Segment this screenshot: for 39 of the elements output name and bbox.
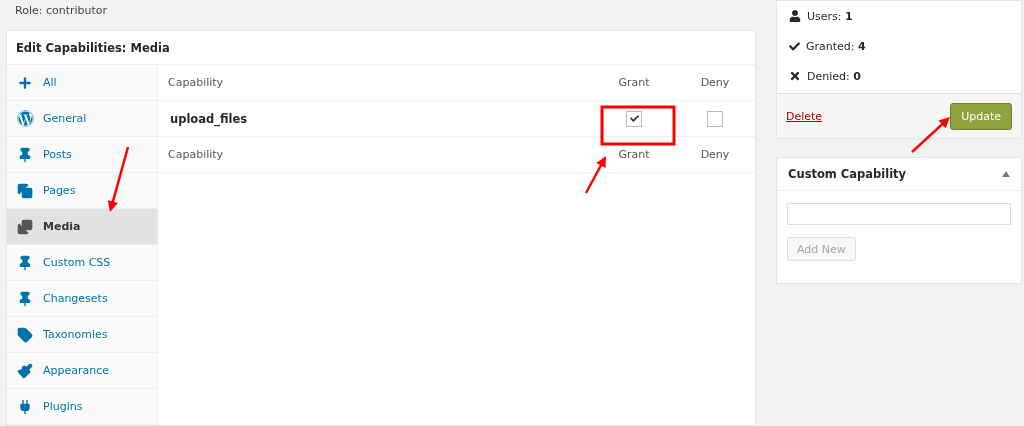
column-header: Deny — [700, 76, 730, 89]
sidebar-item[interactable]: Taxonomies — [7, 317, 157, 353]
user-icon — [789, 10, 801, 22]
annotation-arrow — [584, 156, 606, 194]
column-footer: Deny — [700, 148, 730, 161]
tag-icon — [16, 326, 34, 343]
role-label: Role: contributor — [14, 3, 109, 19]
collapse-icon[interactable] — [1002, 171, 1010, 177]
sidebar-item[interactable]: Plugins — [7, 389, 157, 425]
column-footer: Grant — [618, 148, 650, 161]
plus-icon — [16, 74, 34, 91]
sidebar-item[interactable]: Changesets — [7, 281, 157, 317]
annotation-arrow — [911, 117, 950, 153]
deny-checkbox[interactable] — [707, 110, 723, 127]
delete-link[interactable]: Delete — [786, 109, 823, 123]
grant-checkbox[interactable] — [626, 110, 642, 127]
sidebar-item[interactable]: All — [7, 65, 157, 101]
capability-input[interactable] — [787, 203, 1011, 225]
sidebar-item[interactable]: Posts — [7, 137, 157, 173]
annotation-arrow — [107, 146, 130, 212]
capability-name: upload_files — [169, 111, 248, 126]
box-title: Custom Capability — [788, 167, 907, 181]
update-button[interactable]: Update — [950, 102, 1012, 130]
column-header: Capability — [167, 76, 224, 89]
cross-icon — [789, 70, 801, 82]
stat-text: Denied: 0 — [807, 69, 861, 83]
stat-text: Granted: 4 — [806, 39, 866, 53]
sidebar-item[interactable]: General — [7, 101, 157, 137]
images-icon — [16, 218, 34, 235]
sidebar-item[interactable]: Media — [7, 209, 157, 245]
check-icon — [629, 114, 639, 123]
column-footer: Capability — [158, 148, 224, 161]
pages-icon — [16, 182, 34, 199]
stat-text: Users: 1 — [807, 9, 853, 23]
check-icon — [789, 40, 800, 52]
paintbrush-icon — [16, 362, 34, 379]
sidebar-item[interactable]: Custom CSS — [7, 245, 157, 281]
column-header: Grant — [618, 76, 650, 89]
sidebar-item[interactable]: Appearance — [7, 353, 157, 389]
